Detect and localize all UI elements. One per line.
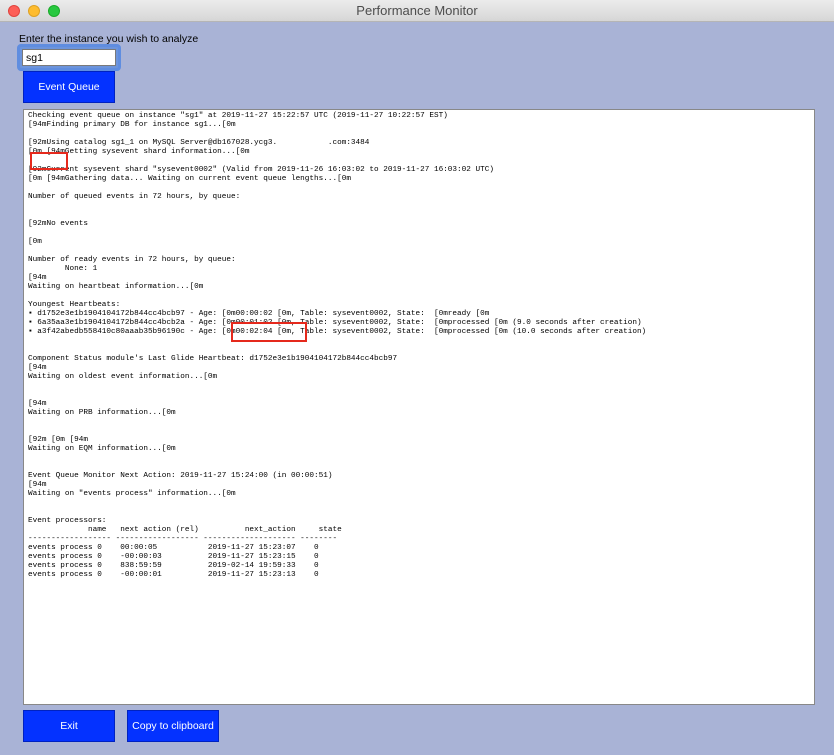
output-log: Checking event queue on instance "sg1" a… (28, 112, 647, 579)
event-queue-button[interactable]: Event Queue (23, 71, 115, 103)
instance-input[interactable] (22, 49, 116, 66)
highlight-box-age (231, 322, 307, 342)
highlight-box-escape-codes (30, 152, 68, 170)
exit-button[interactable]: Exit (23, 710, 115, 742)
window-title: Performance Monitor (356, 3, 478, 18)
copy-to-clipboard-button[interactable]: Copy to clipboard (127, 710, 219, 742)
title-bar: Performance Monitor (0, 0, 834, 22)
instance-input-focus-ring (17, 44, 121, 71)
output-text-area[interactable]: Checking event queue on instance "sg1" a… (23, 109, 815, 705)
